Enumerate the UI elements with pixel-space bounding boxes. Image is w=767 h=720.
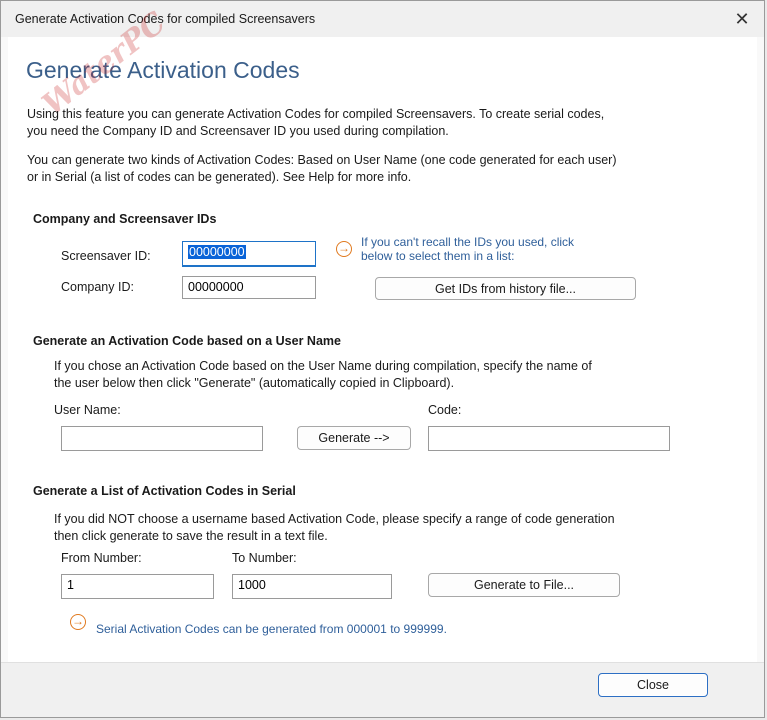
dialog-content: Generate Activation Codes WaterPC Using … (8, 5, 757, 662)
intro2-line1: You can generate two kinds of Activation… (27, 153, 617, 167)
username-desc-line1: If you chose an Activation Code based on… (54, 359, 592, 373)
intro1-line2: you need the Company ID and Screensaver … (27, 124, 449, 138)
serial-section-title: Generate a List of Activation Codes in S… (33, 484, 296, 498)
to-number-input[interactable]: 1000 (232, 574, 392, 599)
screensaver-id-value: 00000000 (188, 245, 246, 259)
user-name-label: User Name: (54, 403, 121, 417)
ids-section-title: Company and Screensaver IDs (33, 212, 217, 226)
ids-hint-line2: below to select them in a list: (361, 249, 515, 263)
generate-button[interactable]: Generate --> (297, 426, 411, 450)
company-id-label: Company ID: (61, 280, 134, 294)
title-bar: Generate Activation Codes for compiled S… (1, 1, 764, 37)
username-section-title: Generate an Activation Code based on a U… (33, 334, 341, 348)
serial-range-note: Serial Activation Codes can be generated… (96, 622, 447, 636)
page-title: Generate Activation Codes (26, 57, 300, 83)
to-number-label: To Number: (232, 551, 297, 565)
code-label: Code: (428, 403, 462, 417)
code-output-field[interactable] (428, 426, 670, 451)
close-window-icon[interactable]: ✕ (720, 1, 764, 37)
screensaver-id-label: Screensaver ID: (61, 249, 151, 263)
intro1-line1: Using this feature you can generate Acti… (27, 107, 605, 121)
intro2-line2: or in Serial (a list of codes can be gen… (27, 170, 412, 184)
user-name-input[interactable] (61, 426, 263, 451)
dialog-window: Generate Activation Codes for compiled S… (0, 0, 765, 718)
intro-paragraph-1: Using this feature you can generate Acti… (27, 106, 604, 140)
serial-desc-line2: then click generate to save the result i… (54, 529, 328, 543)
from-number-label: From Number: (61, 551, 142, 565)
dialog-footer: Close (1, 662, 764, 717)
arrow-right-icon: → (336, 241, 352, 257)
username-desc-line2: the user below then click "Generate" (au… (54, 376, 455, 390)
serial-desc-line1: If you did NOT choose a username based A… (54, 512, 615, 526)
get-ids-history-button[interactable]: Get IDs from history file... (375, 277, 636, 300)
screensaver-id-field[interactable]: 00000000 (182, 241, 316, 267)
generate-to-file-button[interactable]: Generate to File... (428, 573, 620, 597)
window-title: Generate Activation Codes for compiled S… (15, 12, 316, 26)
ids-hint: If you can't recall the IDs you used, cl… (361, 235, 574, 263)
company-id-field[interactable]: 00000000 (182, 276, 316, 299)
serial-description: If you did NOT choose a username based A… (54, 511, 615, 545)
from-number-input[interactable]: 1 (61, 574, 214, 599)
intro-paragraph-2: You can generate two kinds of Activation… (27, 152, 616, 186)
ids-hint-line1: If you can't recall the IDs you used, cl… (361, 235, 575, 249)
username-description: If you chose an Activation Code based on… (54, 358, 592, 392)
arrow-right-icon: → (70, 614, 86, 630)
close-button[interactable]: Close (598, 673, 708, 697)
